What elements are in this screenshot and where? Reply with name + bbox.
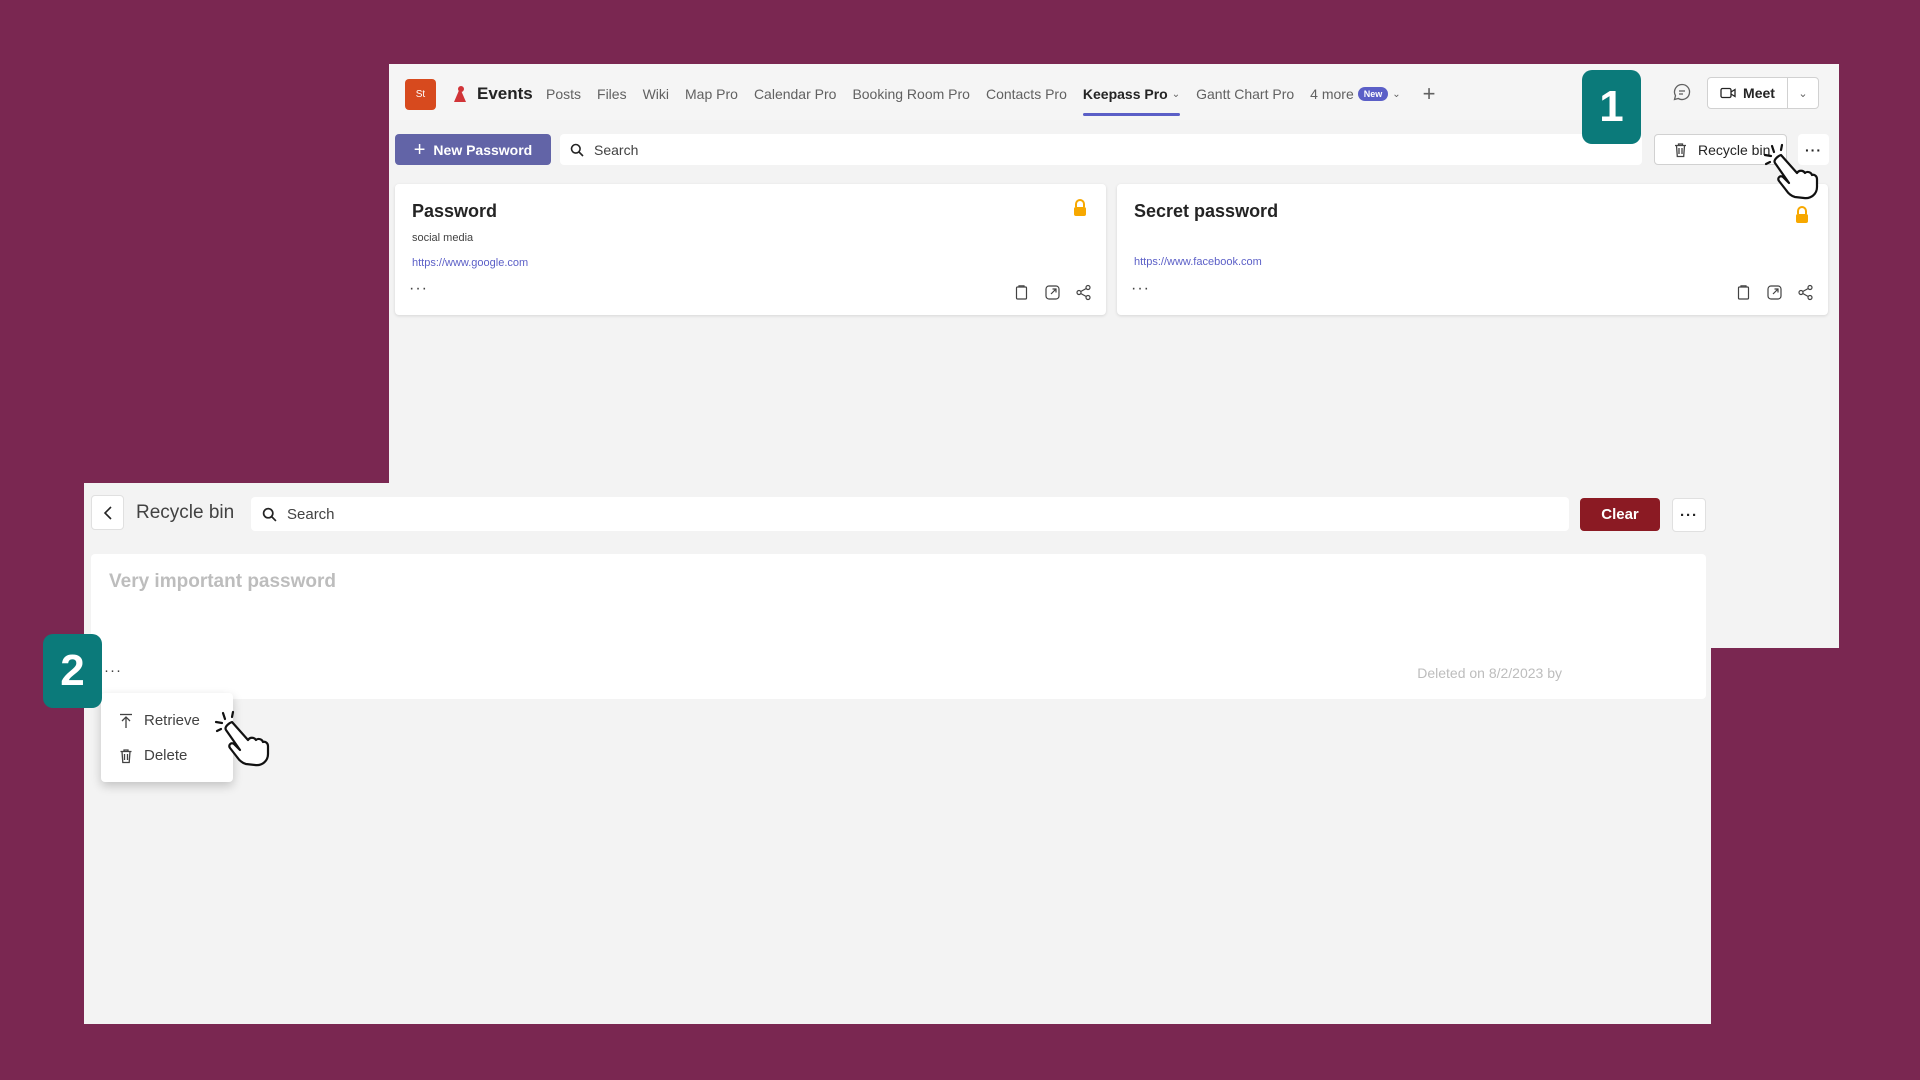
tab-label: Files [597,86,627,102]
menu-item-label: Retrieve [144,712,200,729]
tab-label: Wiki [642,86,670,102]
search-icon [570,143,584,157]
password-title: Password [412,201,498,221]
search-input[interactable]: Search [560,134,1642,165]
password-description: social media [412,232,474,244]
chevron-down-icon[interactable]: ⌄ [1788,78,1818,108]
meet-label: Meet [1743,85,1775,101]
tab-files[interactable]: Files [597,86,627,102]
tab-label: Posts [546,86,582,102]
retrieve-icon [120,713,132,728]
plus-icon: + [413,138,426,161]
tab-more[interactable]: 4 more New ⌄ [1310,86,1400,102]
share-icon[interactable] [1075,284,1092,301]
tab-label: Keepass Pro [1082,86,1168,102]
menu-item-label: Delete [144,747,188,764]
search-icon [262,507,277,522]
tab-bar: Posts Files Wiki Map Pro Calendar Pro Bo… [546,83,1436,116]
recycle-bin-label: Recycle bin [1698,141,1771,158]
tab-label: 4 more [1310,86,1354,102]
trash-icon [1675,142,1686,157]
tab-keepass-pro[interactable]: Keepass Pro ⌄ [1082,86,1181,116]
tab-label: Map Pro [685,86,738,102]
open-icon[interactable] [1766,284,1783,301]
share-icon[interactable] [1797,284,1814,301]
step-badge: 1 [1582,70,1641,144]
chevron-down-icon[interactable]: ⌄ [1172,89,1180,100]
tab-posts[interactable]: Posts [546,86,581,102]
hand-cursor-icon [1763,143,1819,200]
team-avatar[interactable]: St [405,79,436,110]
tab-label: Calendar Pro [753,86,837,102]
search-placeholder: Search [287,505,335,523]
page-title: Recycle bin [136,502,235,523]
copy-icon[interactable] [1013,284,1030,301]
back-icon [103,505,112,520]
trash-icon [120,748,132,763]
meet-button-group: Meet ⌄ [1707,77,1819,109]
tab-map-pro[interactable]: Map Pro [685,86,738,102]
password-card[interactable]: Secret password https://www.facebook.com… [1117,184,1828,315]
channel-icon [454,86,466,102]
tab-gantt-chart-pro[interactable]: Gantt Chart Pro [1196,86,1294,102]
password-title: Secret password [1134,201,1279,221]
new-password-label: New Password [433,141,533,158]
card-more-button[interactable]: ··· [409,280,428,298]
tab-label: Gantt Chart Pro [1196,86,1295,102]
new-password-button[interactable]: + New Password [395,134,551,165]
channel-name[interactable]: Events [477,84,533,104]
copy-icon[interactable] [1735,284,1752,301]
chat-icon[interactable] [1672,82,1692,102]
lock-icon [1796,206,1808,223]
tab-booking-room-pro[interactable]: Booking Room Pro [852,86,970,102]
add-tab-button[interactable]: + [1423,83,1436,105]
tab-wiki[interactable]: Wiki [643,86,669,102]
step-badge: 2 [43,634,102,708]
card-actions [1735,284,1814,301]
search-placeholder: Search [594,141,639,158]
open-icon[interactable] [1044,284,1061,301]
card-more-button[interactable]: ··· [1131,280,1150,298]
deleted-info: Deleted on 8/2/2023 by [1417,665,1562,681]
chevron-down-icon[interactable]: ⌄ [1392,89,1400,100]
hand-cursor-icon [214,710,270,767]
search-input[interactable]: Search [251,497,1569,531]
tab-calendar-pro[interactable]: Calendar Pro [754,86,837,102]
lock-icon [1074,199,1086,216]
deleted-item-title: Very important password [109,571,337,592]
new-badge: New [1357,87,1389,101]
card-actions [1013,284,1092,301]
tab-contacts-pro[interactable]: Contacts Pro [986,86,1067,102]
recycle-bin-window: Recycle bin Search Clear ··· Very import… [84,483,1711,1024]
clear-button[interactable]: Clear [1580,498,1660,531]
tab-label: Contacts Pro [985,86,1067,102]
back-button[interactable] [91,495,124,530]
video-icon [1720,87,1736,99]
tab-label: Booking Room Pro [852,86,970,102]
password-url-link[interactable]: https://www.facebook.com [1134,256,1262,268]
item-more-button[interactable]: ··· [104,662,122,679]
password-card[interactable]: Password social media https://www.google… [395,184,1106,315]
more-options-button[interactable]: ··· [1672,498,1706,532]
password-url-link[interactable]: https://www.google.com [412,257,528,269]
deleted-item-card: Very important password ··· Deleted on 8… [91,554,1706,699]
meet-button[interactable]: Meet [1708,78,1788,108]
